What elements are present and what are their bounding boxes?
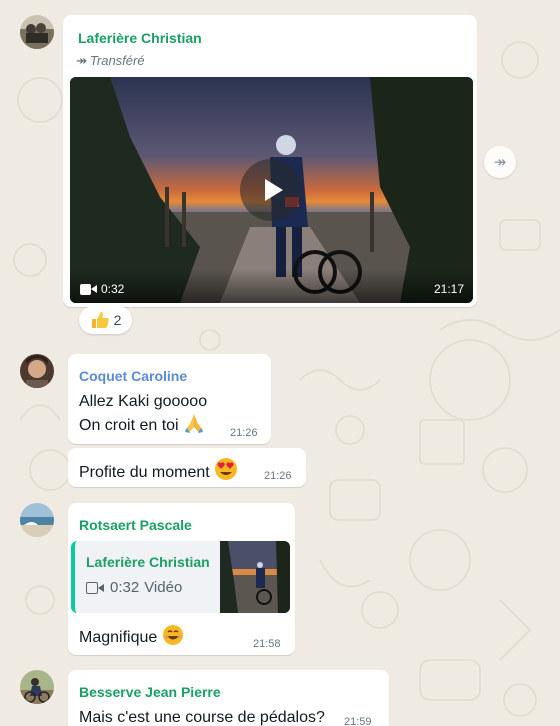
sender-name[interactable]: Coquet Caroline: [79, 367, 187, 385]
avatar-rotsaert-pascale[interactable]: [20, 503, 54, 537]
smiling-face-icon: [162, 625, 183, 645]
message-text-body: On croit en toi: [79, 417, 179, 434]
folded-hands-icon: [185, 414, 204, 433]
message-text-line: Profite du moment: [79, 457, 238, 483]
play-icon[interactable]: [240, 159, 302, 221]
forwarded-video-message[interactable]: Laferière Christian ↠ Transféré 0:32 21:…: [63, 15, 477, 307]
heart-eyes-icon: [215, 458, 238, 480]
video-meta-bar: 0:32 21:17: [70, 269, 473, 303]
sender-name[interactable]: Rotsaert Pascale: [79, 516, 192, 534]
quoted-message[interactable]: Laferière Christian 0:32 Vidéo: [71, 541, 290, 613]
quoted-kind: Vidéo: [144, 579, 183, 596]
quoted-body: 0:32 Vidéo: [86, 579, 182, 596]
message-time: 21:58: [253, 638, 281, 650]
quoted-duration: 0:32: [110, 579, 140, 596]
message-text: Allez Kaki gooooo: [79, 393, 208, 410]
video-thumbnail[interactable]: 0:32 21:17: [70, 77, 473, 303]
message-text: Profite du moment: [79, 464, 210, 481]
message-text: Magnifique: [79, 629, 158, 646]
message-bubble[interactable]: Besserve Jean Pierre Mais c'est une cour…: [68, 670, 389, 726]
avatar-laferiere-christian[interactable]: [20, 15, 54, 49]
reaction-badge[interactable]: 2: [79, 306, 132, 334]
avatar-coquet-caroline[interactable]: [20, 354, 54, 388]
avatar-besserve-jean-pierre[interactable]: [20, 670, 54, 704]
thumbs-up-icon: [91, 312, 109, 328]
video-duration: 0:32: [80, 282, 124, 296]
sender-name[interactable]: Besserve Jean Pierre: [79, 683, 221, 701]
message-time: 21:59: [344, 716, 372, 726]
message-bubble[interactable]: Profite du moment 21:26: [68, 448, 306, 487]
message-text-line-2: On croit en toi: [79, 412, 205, 436]
quoted-author: Laferière Christian: [86, 554, 210, 570]
message-text: Mais c'est une course de pédalos?: [79, 709, 325, 726]
message-time: 21:26: [264, 470, 292, 482]
message-time: 21:17: [433, 282, 464, 296]
message-bubble[interactable]: Coquet Caroline Allez Kaki gooooo On cro…: [68, 354, 271, 444]
message-text-line: Magnifique: [79, 624, 184, 648]
sender-name[interactable]: Laferière Christian: [78, 29, 202, 47]
reply-message-bubble[interactable]: Rotsaert Pascale Laferière Christian 0:3…: [68, 503, 295, 655]
quoted-thumbnail: [220, 541, 290, 613]
forwarded-text: Transféré: [89, 53, 145, 68]
message-time: 21:26: [230, 427, 258, 439]
forward-icon[interactable]: ↠: [484, 146, 516, 178]
video-camera-icon: [86, 581, 105, 594]
forwarded-icon: ↠: [76, 53, 87, 68]
reaction-count: 2: [113, 312, 122, 328]
video-duration-text: 0:32: [101, 282, 125, 296]
forwarded-label: ↠ Transféré: [76, 53, 145, 69]
video-camera-icon: [80, 283, 97, 295]
